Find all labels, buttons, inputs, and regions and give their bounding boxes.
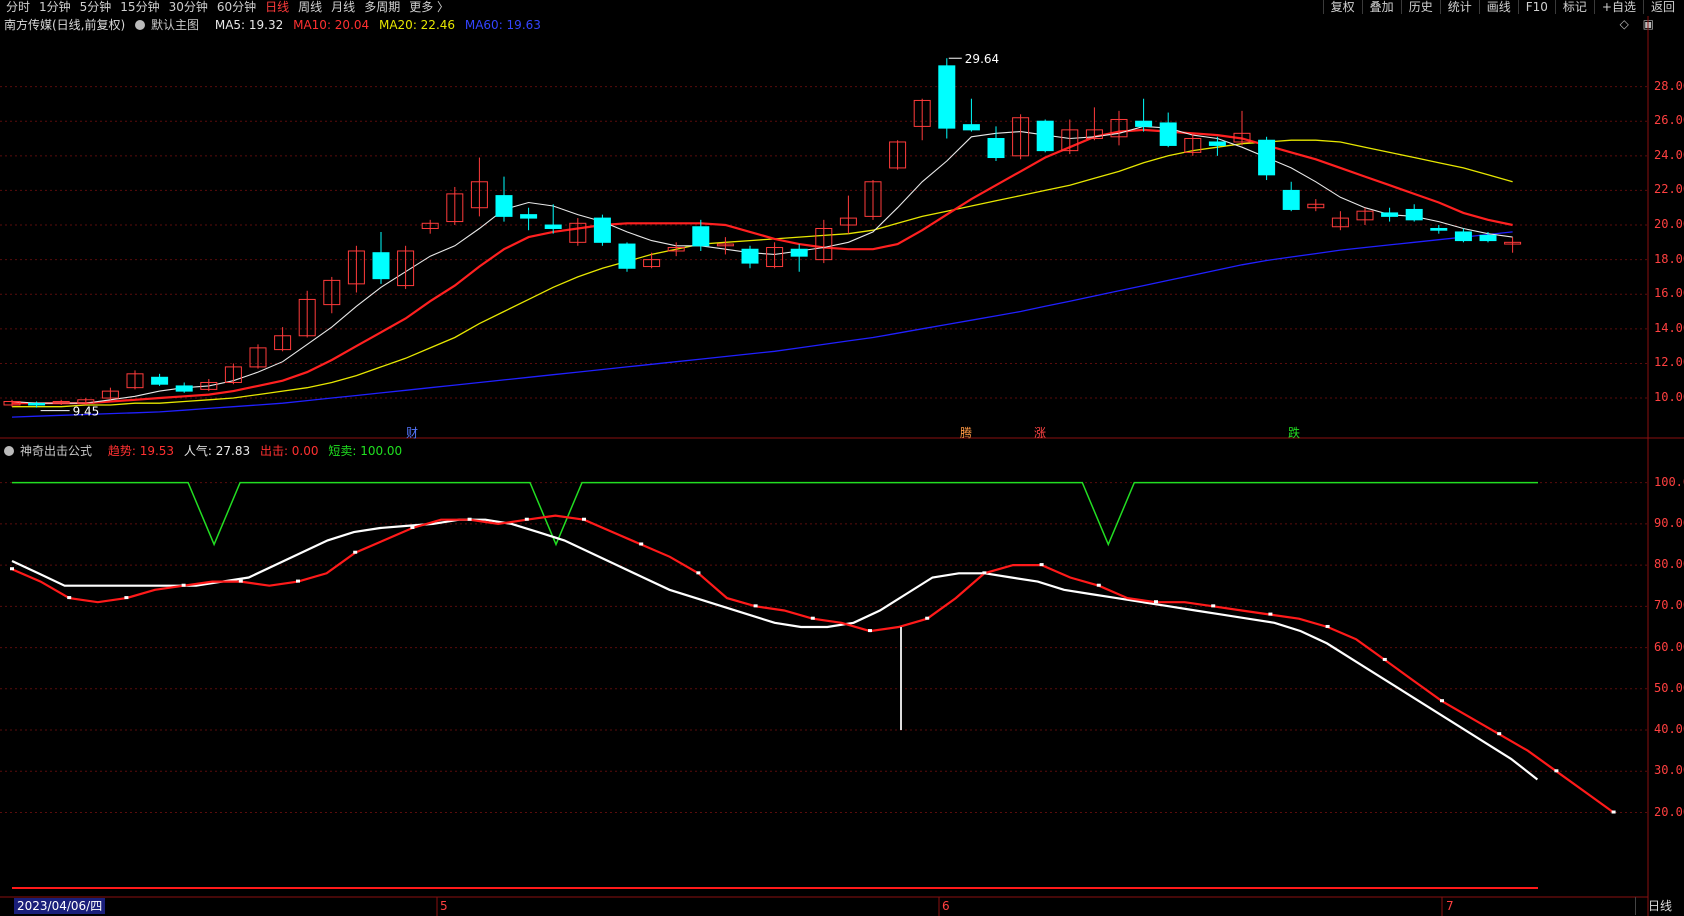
event-marker-cai[interactable]: 财 — [406, 424, 418, 441]
trend-marker — [1440, 699, 1444, 703]
indicator-y-tick-label: 80.00 — [1654, 557, 1684, 572]
indicator-y-tick-label: 50.00 — [1654, 680, 1684, 695]
candle-body — [790, 248, 808, 257]
trend-marker — [353, 550, 358, 554]
trend-marker — [467, 517, 472, 521]
candle-body — [520, 214, 538, 219]
y-tick-label: 28.00 — [1654, 78, 1684, 93]
candle-body — [692, 226, 710, 247]
trend-marker — [810, 616, 815, 620]
trend-marker — [1325, 624, 1330, 628]
y-tick-label: 16.00 — [1654, 286, 1684, 301]
cursor-date: 2023/04/06/四 — [14, 898, 106, 914]
candle-body — [1430, 227, 1448, 231]
indicator-y-tick-label: 60.00 — [1654, 639, 1684, 654]
month-label-5: 5 — [440, 899, 448, 913]
trend-marker — [1382, 657, 1387, 661]
candle-body — [962, 124, 980, 131]
trend-marker — [524, 517, 529, 521]
period-switch-button[interactable]: 日线 — [1635, 897, 1684, 915]
candle-body — [1381, 212, 1399, 217]
indicator-y-tick-label: 20.00 — [1654, 804, 1684, 819]
candle-body — [1282, 189, 1300, 210]
trend-marker — [982, 571, 987, 575]
trend-marker — [582, 517, 586, 521]
trend-marker — [639, 542, 644, 546]
trend-marker — [1554, 769, 1559, 773]
trend-marker — [10, 567, 14, 571]
candle-body — [151, 376, 169, 385]
event-marker-zhang[interactable]: 涨 — [1034, 424, 1046, 441]
trend-line — [11, 514, 1615, 814]
candle-body — [1036, 120, 1054, 152]
trend-marker — [1497, 732, 1502, 736]
trend-marker — [696, 571, 701, 575]
candle-body — [372, 252, 390, 280]
trend-marker — [1611, 810, 1616, 814]
low-price-label: 9.45 — [73, 405, 100, 419]
trend-marker — [124, 596, 129, 600]
y-tick-label: 20.00 — [1654, 217, 1684, 232]
trend-marker — [238, 579, 243, 583]
y-tick-label: 10.00 — [1654, 390, 1684, 405]
candle-body — [544, 224, 562, 229]
candle-body — [1405, 208, 1423, 221]
candle-body — [741, 248, 759, 264]
candle-body — [938, 65, 956, 129]
indicator-y-tick-label: 30.00 — [1654, 763, 1684, 778]
trend-marker — [1154, 600, 1158, 604]
candle-body — [593, 217, 611, 243]
trend-marker — [753, 604, 758, 608]
y-tick-label: 24.00 — [1654, 147, 1684, 162]
ma10-line — [12, 128, 1513, 405]
trend-marker — [296, 579, 300, 583]
short-sell-line — [12, 481, 1538, 547]
chart-canvas[interactable]: 29.64 9.45 — [0, 0, 1684, 916]
candle-body — [1454, 231, 1472, 242]
month-label-7: 7 — [1446, 899, 1454, 913]
indicator-y-tick-label: 100.0 — [1654, 474, 1684, 489]
y-tick-label: 26.00 — [1654, 113, 1684, 128]
y-tick-label: 22.00 — [1654, 182, 1684, 197]
y-tick-label: 18.00 — [1654, 251, 1684, 266]
month-label-6: 6 — [942, 899, 950, 913]
trend-marker — [868, 629, 872, 633]
trend-marker — [1096, 583, 1101, 587]
event-marker-die[interactable]: 跌 — [1288, 424, 1300, 441]
indicator-y-tick-label: 40.00 — [1654, 722, 1684, 737]
candle-body — [28, 402, 46, 406]
y-tick-label: 12.00 — [1654, 355, 1684, 370]
trend-marker — [1039, 563, 1044, 567]
trend-marker — [410, 525, 415, 529]
trend-marker — [1211, 604, 1216, 608]
high-price-label: 29.64 — [965, 52, 999, 66]
indicator-y-tick-label: 90.00 — [1654, 515, 1684, 530]
candle-body — [1258, 139, 1276, 176]
candle-body — [1208, 141, 1226, 146]
candle-body — [1159, 122, 1177, 146]
candle-body — [1135, 120, 1153, 127]
candle-body — [175, 385, 193, 392]
y-tick-label: 14.00 — [1654, 320, 1684, 335]
trend-marker — [67, 596, 72, 600]
candle-body — [987, 138, 1005, 159]
event-marker-teng[interactable]: 腾 — [960, 424, 972, 441]
trend-marker — [181, 583, 186, 587]
trend-marker — [925, 616, 930, 620]
trend-marker — [1268, 612, 1273, 616]
popularity-line — [11, 518, 1539, 781]
ma5-line — [11, 125, 1513, 404]
candle-body — [495, 195, 513, 217]
indicator-y-tick-label: 70.00 — [1654, 598, 1684, 613]
candle-body — [618, 243, 636, 269]
candle-body — [1479, 234, 1497, 242]
